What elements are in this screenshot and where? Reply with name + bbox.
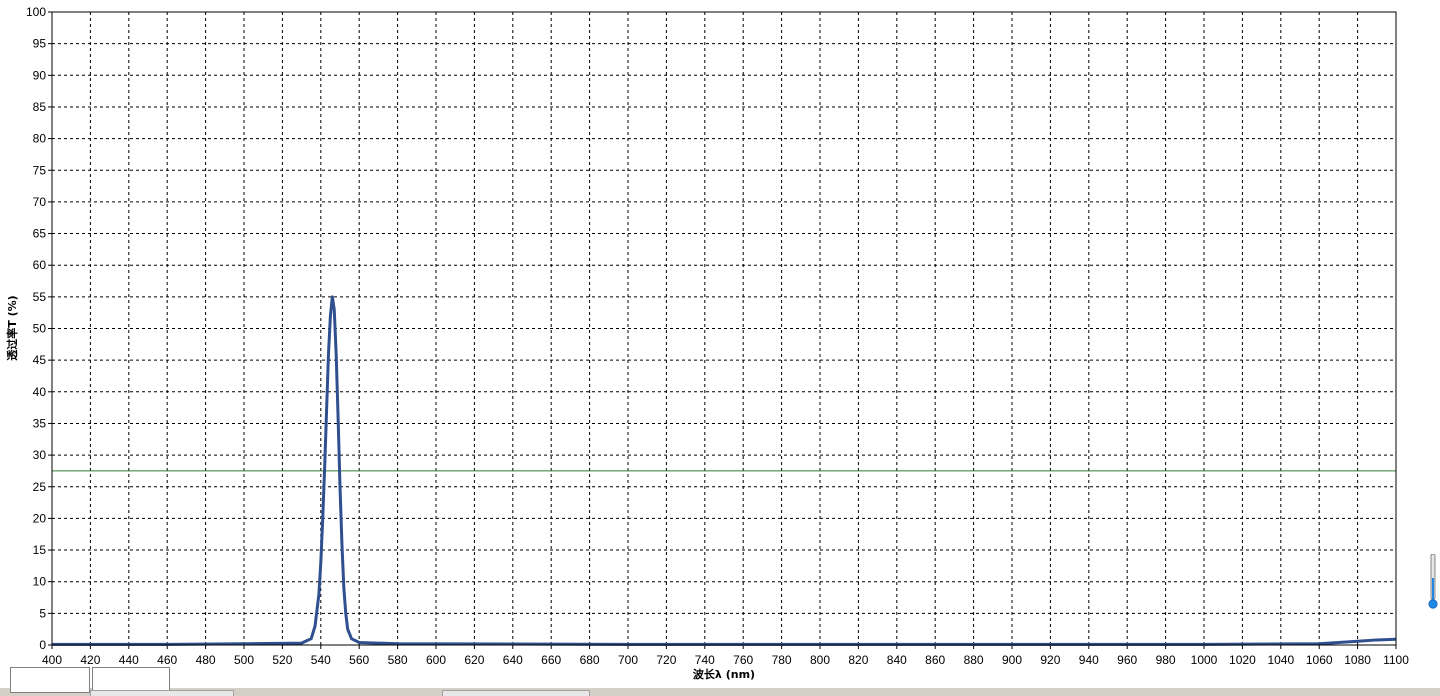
x-tick-label: 1020 xyxy=(1229,653,1256,667)
x-tick-label: 660 xyxy=(541,653,561,667)
x-tick-label: 400 xyxy=(42,653,62,667)
x-tick-label: 580 xyxy=(388,653,408,667)
y-tick-label: 55 xyxy=(33,290,47,304)
y-tick-label: 40 xyxy=(33,385,47,399)
x-tick-label: 700 xyxy=(618,653,638,667)
x-tick-label: 880 xyxy=(964,653,984,667)
y-tick-label: 100 xyxy=(26,5,46,19)
y-tick-label: 65 xyxy=(33,227,47,241)
x-tick-label: 540 xyxy=(311,653,331,667)
x-tick-label: 460 xyxy=(157,653,177,667)
x-tick-label: 640 xyxy=(503,653,523,667)
x-tick-label: 760 xyxy=(733,653,753,667)
x-tick-label: 680 xyxy=(580,653,600,667)
bottom-tab-1[interactable] xyxy=(90,690,234,696)
y-tick-label: 5 xyxy=(39,606,46,620)
y-tick-label: 85 xyxy=(33,100,47,114)
y-tick-label: 10 xyxy=(33,575,47,589)
y-tick-label: 30 xyxy=(33,448,47,462)
transmittance-chart: 0 5 10 15 20 25 30 35 40 45 50 55 60 65 70 75 80 85 90 95 10… xyxy=(5,5,1409,681)
y-tick-label: 95 xyxy=(33,37,47,51)
x-tick-label: 800 xyxy=(810,653,830,667)
thermometer-icon[interactable] xyxy=(1428,554,1438,610)
bottom-input-box-1[interactable] xyxy=(10,667,90,693)
y-axis-ticks: 0 5 10 15 20 25 30 35 40 45 50 55 60 65 70 75 80 85 90 95 10… xyxy=(26,5,52,652)
y-tick-label: 60 xyxy=(33,258,47,272)
x-tick-label: 1000 xyxy=(1191,653,1218,667)
x-tick-label: 440 xyxy=(119,653,139,667)
x-tick-label: 500 xyxy=(234,653,254,667)
y-tick-label: 35 xyxy=(33,416,47,430)
bottom-tab-2[interactable] xyxy=(442,690,590,696)
y-tick-label: 20 xyxy=(33,511,47,525)
x-tick-label: 980 xyxy=(1156,653,1176,667)
y-tick-label: 50 xyxy=(33,322,47,336)
x-tick-label: 740 xyxy=(695,653,715,667)
x-axis-label: 波长λ (nm) xyxy=(693,667,755,681)
x-tick-label: 920 xyxy=(1040,653,1060,667)
x-tick-label: 1060 xyxy=(1306,653,1333,667)
x-axis-ticks: 400 420 440 460 480 500 520 540 560 580 600 620 640 6… xyxy=(42,645,1409,667)
x-tick-label: 420 xyxy=(80,653,100,667)
x-tick-label: 1100 xyxy=(1383,653,1409,667)
x-tick-label: 560 xyxy=(349,653,369,667)
x-tick-label: 820 xyxy=(848,653,868,667)
y-tick-label: 45 xyxy=(33,353,47,367)
x-tick-label: 840 xyxy=(887,653,907,667)
y-tick-label: 80 xyxy=(33,132,47,146)
x-tick-label: 1040 xyxy=(1267,653,1294,667)
y-tick-label: 0 xyxy=(39,638,46,652)
x-tick-label: 900 xyxy=(1002,653,1022,667)
y-tick-label: 25 xyxy=(33,480,47,494)
x-tick-label: 620 xyxy=(464,653,484,667)
y-tick-label: 15 xyxy=(33,543,47,557)
x-tick-label: 720 xyxy=(656,653,676,667)
y-axis-label: 透过率T (%) xyxy=(5,295,19,360)
x-tick-label: 600 xyxy=(426,653,446,667)
x-tick-label: 960 xyxy=(1117,653,1137,667)
y-tick-label: 70 xyxy=(33,195,47,209)
x-tick-label: 860 xyxy=(925,653,945,667)
x-tick-label: 480 xyxy=(196,653,216,667)
x-tick-label: 1080 xyxy=(1344,653,1371,667)
x-tick-label: 520 xyxy=(272,653,292,667)
x-tick-label: 780 xyxy=(772,653,792,667)
x-tick-label: 940 xyxy=(1079,653,1099,667)
y-tick-label: 75 xyxy=(33,163,47,177)
y-tick-label: 90 xyxy=(33,68,47,82)
